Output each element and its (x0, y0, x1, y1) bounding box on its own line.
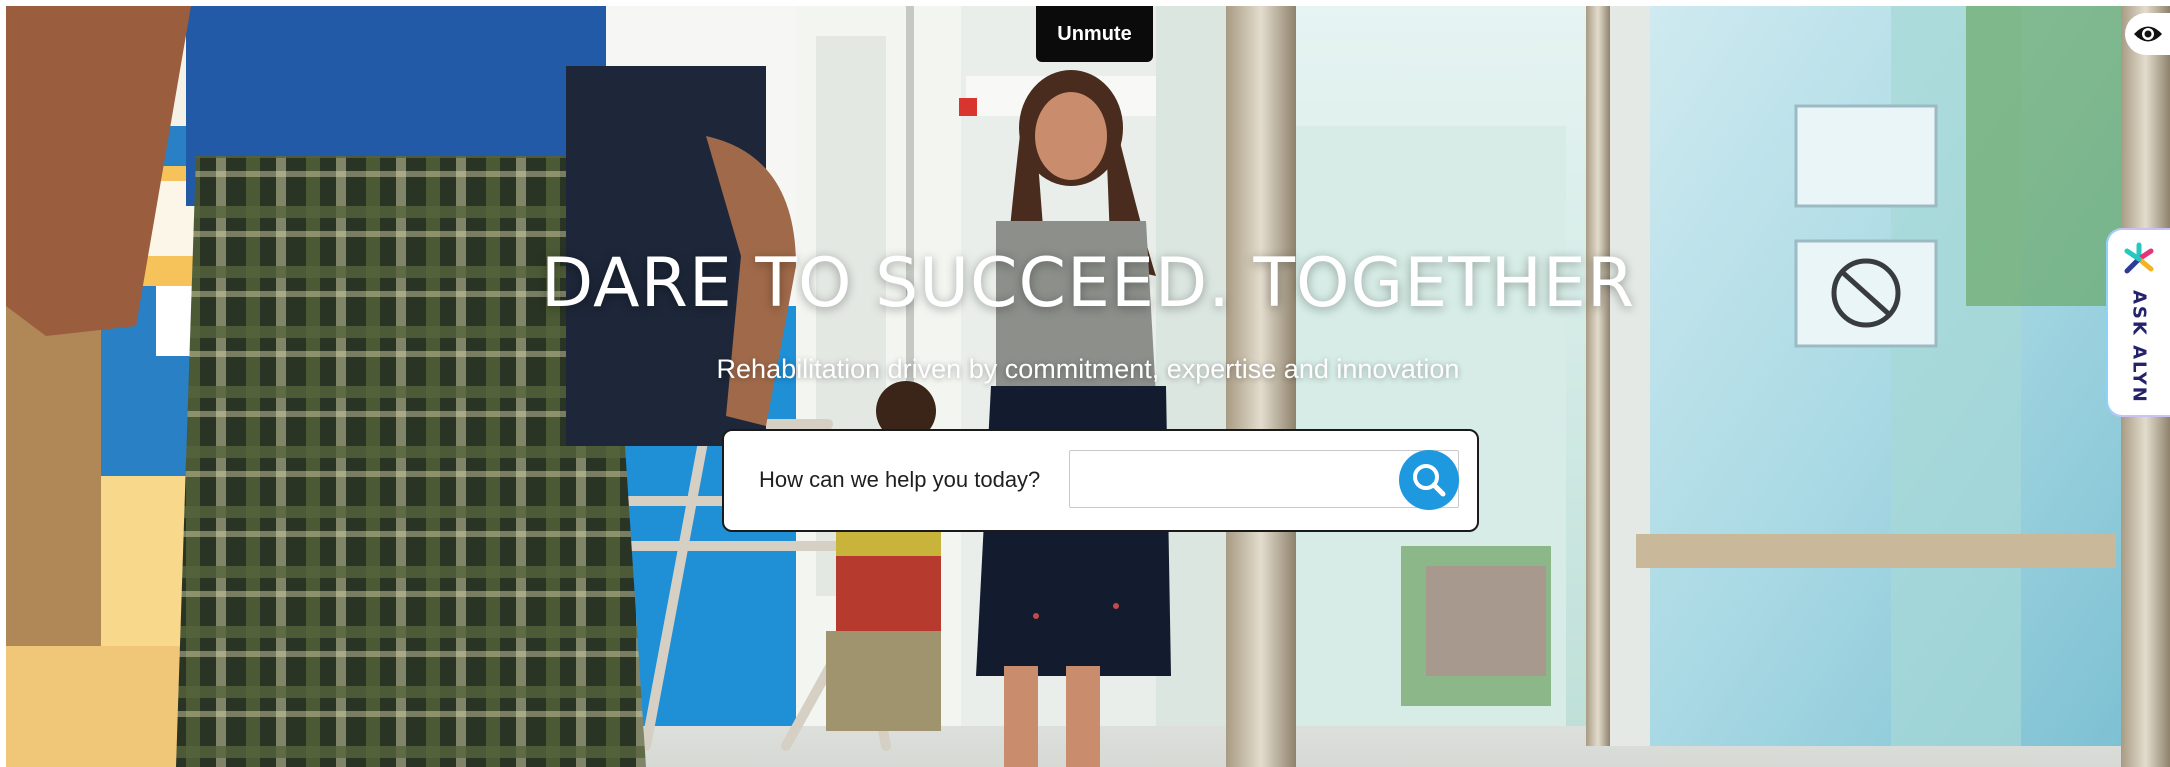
accessibility-toggle[interactable] (2125, 13, 2170, 55)
search-icon (1413, 464, 1446, 497)
eye-icon (2133, 26, 2162, 42)
ask-alyn-tab[interactable]: ASK ALYN (2108, 230, 2170, 415)
alyn-asterisk-logo (2124, 242, 2154, 274)
help-search-panel: How can we help you today? (722, 429, 1479, 532)
hero-section: Unmute DARE TO SUCCEED. TOGETHER Rehabil… (6, 6, 2170, 767)
hero-subheadline: Rehabilitation driven by commitment, exp… (716, 354, 1460, 384)
hero-headline: DARE TO SUCCEED. TOGETHER (540, 244, 1636, 323)
search-button[interactable] (1399, 450, 1459, 510)
ask-alyn-label: ASK ALYN (2128, 290, 2150, 404)
unmute-button[interactable]: Unmute (1036, 6, 1153, 62)
hero-background-image (6, 6, 2170, 767)
search-prompt-label: How can we help you today? (759, 467, 1041, 492)
